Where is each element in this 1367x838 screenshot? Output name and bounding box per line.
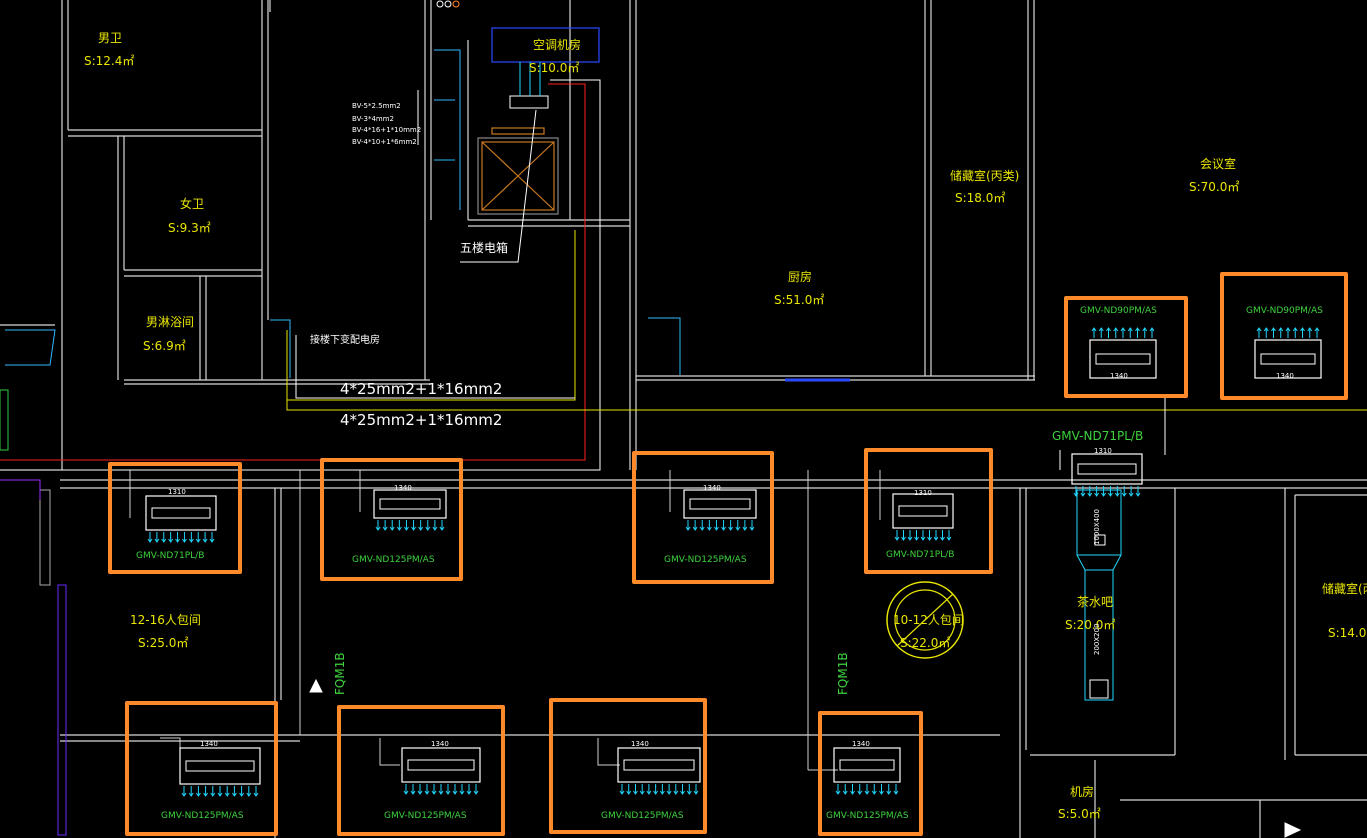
fqm-label-b: FQM1B (836, 652, 850, 695)
unit-model-label: GMV-ND125PM/AS (352, 555, 435, 565)
unit-width-dim: 1340 (200, 740, 218, 748)
unit-width-dim: 1310 (168, 488, 186, 496)
panel-label: 五楼电箱 (460, 241, 509, 255)
unit-model-label: GMV-ND125PM/AS (384, 811, 467, 821)
unit-width-dim: 1340 (431, 740, 449, 748)
room-male-shower-area: S:6.9㎡ (143, 339, 186, 353)
room-tea-bar-area: S:20.0㎡ (1065, 618, 1116, 632)
elevator-shaft (477, 127, 559, 215)
indoor-unit-u8[interactable]: 1340 GMV-ND125PM/AS (337, 705, 505, 836)
room-private-12-16-name: 12-16人包间 (130, 613, 201, 627)
room-machine-name: 机房 (1070, 785, 1095, 799)
room-tea-bar-name: 茶水吧 (1077, 595, 1114, 609)
room-storage-b-name: 储藏室(丙类) (1322, 582, 1367, 596)
wire-label-3: BV-4*16+1*10mm2 (352, 126, 422, 134)
room-meeting-name: 会议室 (1200, 157, 1237, 171)
room-kitchen-area: S:51.0㎡ (774, 293, 825, 307)
wire-label-4: BV-4*10+1*6mm2 (352, 138, 417, 146)
unit-model-label: GMV-ND71PL/B (136, 551, 205, 561)
room-male-shower-name: 男淋浴间 (146, 315, 195, 329)
indoor-unit-u1[interactable]: 1310 GMV-ND71PL/B (108, 462, 242, 574)
wire-label-2: BV-3*4mm2 (352, 115, 394, 123)
cable-label-1: 4*25mm2+1*16mm2 (340, 380, 503, 398)
room-storage-a-area: S:18.0㎡ (955, 191, 1006, 205)
unit-model-label: GMV-ND125PM/AS (826, 811, 909, 821)
indoor-unit-u7[interactable]: 1340 GMV-ND125PM/AS (125, 701, 278, 836)
unit-model-label: GMV-ND90PM/AS (1080, 306, 1157, 316)
unit-width-dim: 1340 (1110, 372, 1128, 380)
indoor-unit-u6[interactable]: GMV-ND90PM/AS 1340 (1220, 272, 1348, 400)
room-kitchen-name: 厨房 (788, 270, 813, 284)
room-meeting-area: S:70.0㎡ (1189, 180, 1240, 194)
unit-width-dim: 1310 (1094, 447, 1112, 455)
indoor-unit-u10[interactable]: 1340 GMV-ND125PM/AS (818, 711, 923, 836)
room-ac-name: 空调机房 (533, 38, 582, 52)
unit-width-dim: 1340 (1276, 372, 1294, 380)
indoor-unit-u3[interactable]: 1340 GMV-ND125PM/AS (632, 451, 774, 584)
duct-label-a: 1000X400 (1093, 509, 1101, 545)
unit-width-dim: 1340 (852, 740, 870, 748)
room-storage-a-name: 储藏室(丙类) (950, 169, 1020, 183)
fqm-label-a: FQM1B (333, 652, 347, 695)
wire-label-1: BV-5*2.5mm2 (352, 102, 401, 110)
unit-width-dim: 1340 (703, 484, 721, 492)
room-female-wc-name: 女卫 (180, 197, 205, 211)
unit-model-label: GMV-ND125PM/AS (664, 555, 747, 565)
unit-model-label: GMV-ND90PM/AS (1246, 306, 1323, 316)
unit-width-dim: 1310 (914, 489, 932, 497)
room-machine-area: S:5.0㎡ (1058, 807, 1101, 821)
indoor-unit-u2[interactable]: 1340 GMV-ND125PM/AS (320, 458, 463, 581)
unit-model-label: GMV-ND71PL/B (886, 550, 955, 560)
unit-width-dim: 1340 (631, 740, 649, 748)
indoor-unit-u5[interactable]: GMV-ND90PM/AS 1340 (1064, 296, 1188, 398)
indoor-unit-u9[interactable]: 1340 GMV-ND125PM/AS (549, 698, 707, 834)
room-storage-b-area: S:14.0㎡ (1328, 626, 1367, 640)
room-ac-area: S:10.0㎡ (529, 61, 580, 75)
room-private-12-16-area: S:25.0㎡ (138, 636, 189, 650)
unit-model-label: GMV-ND125PM/AS (601, 811, 684, 821)
unit-model-label: GMV-ND71PL/B (1052, 429, 1144, 443)
indoor-unit-u4[interactable]: 1310 GMV-ND71PL/B (864, 448, 993, 574)
unit-highlight (1220, 272, 1348, 400)
downstairs-label: 接楼下变配电房 (310, 335, 380, 346)
room-female-wc-area: S:9.3㎡ (168, 221, 211, 235)
duct-label-b: 200X200 (1093, 623, 1101, 655)
room-male-wc-area: S:12.4㎡ (84, 54, 135, 68)
stair-lines (5, 49, 681, 378)
cable-label-2: 4*25mm2+1*16mm2 (340, 411, 503, 429)
power-lines (0, 79, 1367, 471)
room-private-10-12-area: S:22.0㎡ (900, 636, 951, 650)
unit-model-label: GMV-ND125PM/AS (161, 811, 244, 821)
unit-width-dim: 1340 (394, 484, 412, 492)
indoor-unit-u11[interactable]: GMV-ND71PL/B 1310 (1052, 430, 1167, 490)
room-private-10-12-name: 10-12人包间 (893, 613, 964, 627)
room-male-wc-name: 男卫 (98, 31, 123, 45)
